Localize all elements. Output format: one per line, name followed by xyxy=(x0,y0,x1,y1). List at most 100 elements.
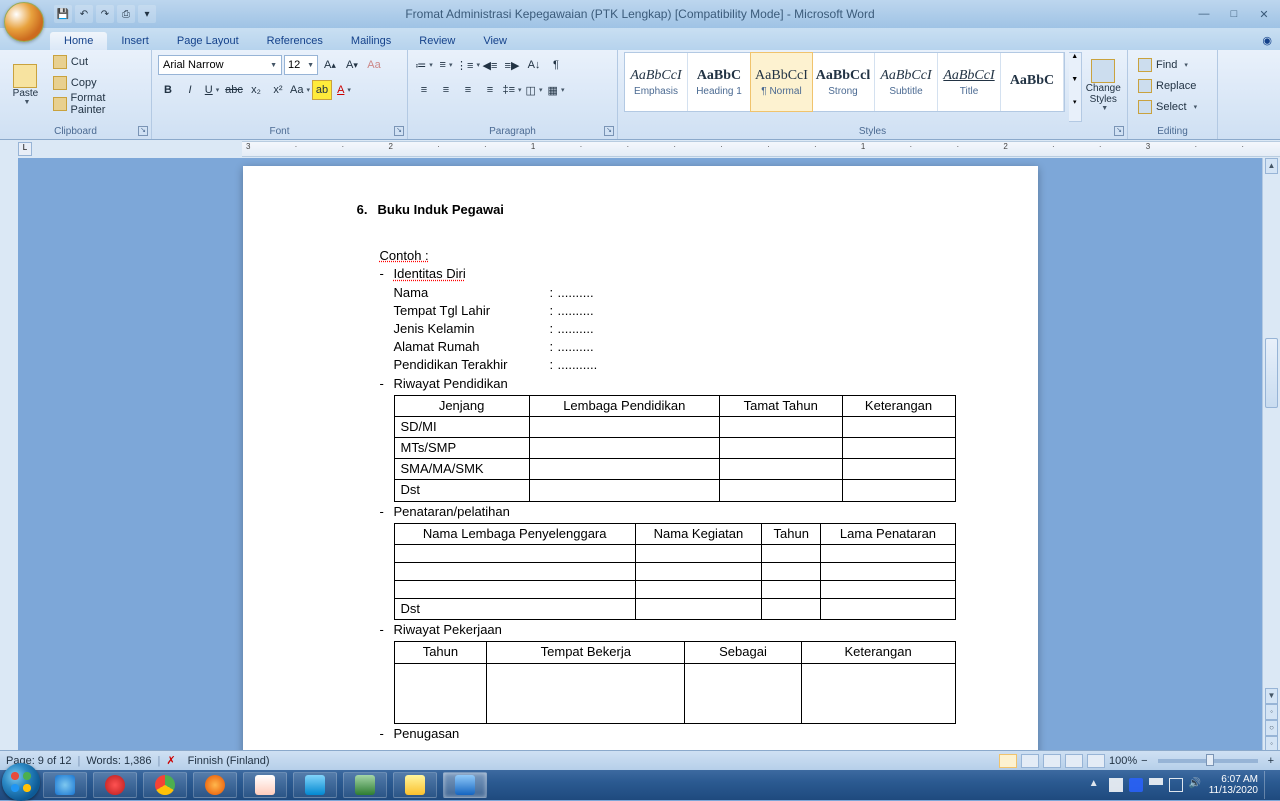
zoom-slider[interactable] xyxy=(1158,759,1258,763)
replace-button[interactable]: Replace xyxy=(1134,76,1211,96)
strike-button[interactable]: abc xyxy=(224,80,244,100)
tab-mailings[interactable]: Mailings xyxy=(337,32,405,50)
document-page[interactable]: 6.Buku Induk Pegawai Contoh : -Identitas… xyxy=(243,166,1038,752)
view-full-screen[interactable] xyxy=(1021,754,1039,768)
underline-button[interactable]: U▾ xyxy=(202,80,222,100)
gallery-down-icon[interactable]: ▼ xyxy=(1069,76,1081,99)
highlight-button[interactable]: ab xyxy=(312,80,332,100)
dec-indent-button[interactable]: ◀≡ xyxy=(480,55,500,75)
align-center-button[interactable]: ≡ xyxy=(436,80,456,100)
line-spacing-button[interactable]: ‡≡▾ xyxy=(502,80,522,100)
tab-view[interactable]: View xyxy=(469,32,521,50)
vertical-scrollbar[interactable]: ▲ ▼ ◦ ○ ◦ xyxy=(1262,158,1280,752)
shading-button[interactable]: ◫▾ xyxy=(524,80,544,100)
align-right-button[interactable]: ≡ xyxy=(458,80,478,100)
styles-dialog-icon[interactable]: ↘ xyxy=(1114,126,1124,136)
tab-review[interactable]: Review xyxy=(405,32,469,50)
restore-button[interactable]: □ xyxy=(1222,6,1246,22)
task-explorer[interactable] xyxy=(293,772,337,798)
scroll-down-icon[interactable]: ▼ xyxy=(1265,688,1278,704)
task-folder[interactable] xyxy=(393,772,437,798)
borders-button[interactable]: ▦▾ xyxy=(546,80,566,100)
gallery-up-icon[interactable]: ▲ xyxy=(1069,53,1081,76)
save-icon[interactable]: 💾 xyxy=(54,5,72,23)
gallery-more-icon[interactable]: ▾ xyxy=(1069,98,1081,121)
font-color-button[interactable]: A▾ xyxy=(334,80,354,100)
task-chrome[interactable] xyxy=(143,772,187,798)
superscript-button[interactable]: x² xyxy=(268,80,288,100)
italic-button[interactable]: I xyxy=(180,80,200,100)
justify-button[interactable]: ≡ xyxy=(480,80,500,100)
inc-indent-button[interactable]: ≡▶ xyxy=(502,55,522,75)
task-word[interactable] xyxy=(443,772,487,798)
font-name-select[interactable]: Arial Narrow▼ xyxy=(158,55,282,75)
change-styles-button[interactable]: Change Styles ▼ xyxy=(1086,52,1121,118)
help-icon[interactable]: ◉ xyxy=(1254,31,1280,50)
browse-object-icon[interactable]: ○ xyxy=(1265,720,1278,736)
numbering-button[interactable]: ≡▾ xyxy=(436,55,456,75)
prev-page-icon[interactable]: ◦ xyxy=(1265,704,1278,720)
view-web-layout[interactable] xyxy=(1043,754,1061,768)
style-item[interactable]: AaBbCclStrong xyxy=(812,53,875,111)
scroll-up-icon[interactable]: ▲ xyxy=(1265,158,1278,174)
subscript-button[interactable]: x₂ xyxy=(246,80,266,100)
task-paint[interactable] xyxy=(243,772,287,798)
qat-more-icon[interactable]: ▾ xyxy=(138,5,156,23)
format-painter-button[interactable]: Format Painter xyxy=(49,94,145,114)
view-print-layout[interactable] xyxy=(999,754,1017,768)
task-ie[interactable] xyxy=(43,772,87,798)
horizontal-ruler[interactable]: 3 · · 2 · · 1 · · · · · · 1 · · 2 · · 3 … xyxy=(242,141,1280,157)
ruler-corner[interactable]: L xyxy=(18,142,32,156)
show-marks-button[interactable]: ¶ xyxy=(546,55,566,75)
task-opera[interactable] xyxy=(93,772,137,798)
minimize-button[interactable]: — xyxy=(1192,6,1216,22)
style-item[interactable]: AaBbCcIEmphasis xyxy=(625,53,688,111)
tray-battery-icon[interactable] xyxy=(1169,778,1183,792)
close-button[interactable]: ✕ xyxy=(1252,6,1276,22)
style-gallery[interactable]: AaBbCcIEmphasisAaBbCHeading 1AaBbCcI¶ No… xyxy=(624,52,1065,112)
tray-volume-icon[interactable]: 🔊 xyxy=(1189,778,1203,792)
view-draft[interactable] xyxy=(1087,754,1105,768)
tray-bluetooth-icon[interactable] xyxy=(1129,778,1143,792)
print-icon[interactable]: ⎙ xyxy=(117,5,135,23)
task-media-player[interactable] xyxy=(193,772,237,798)
style-item[interactable]: AaBbCcISubtitle xyxy=(875,53,938,111)
task-excel[interactable] xyxy=(343,772,387,798)
zoom-out-button[interactable]: − xyxy=(1141,755,1147,767)
tray-clock[interactable]: 6:07 AM 11/13/2020 xyxy=(1209,774,1258,796)
clear-format-button[interactable]: Aa xyxy=(364,55,384,75)
tab-references[interactable]: References xyxy=(253,32,337,50)
clipboard-dialog-icon[interactable]: ↘ xyxy=(138,126,148,136)
multilevel-button[interactable]: ⋮≡▾ xyxy=(458,55,478,75)
scroll-thumb[interactable] xyxy=(1265,338,1278,408)
view-outline[interactable] xyxy=(1065,754,1083,768)
start-button[interactable] xyxy=(2,763,40,801)
bullets-button[interactable]: ≔▾ xyxy=(414,55,434,75)
zoom-level[interactable]: 100% xyxy=(1109,755,1137,767)
sort-button[interactable]: A↓ xyxy=(524,55,544,75)
find-button[interactable]: Find▾ xyxy=(1134,55,1211,75)
tab-home[interactable]: Home xyxy=(50,32,107,50)
vertical-ruler[interactable] xyxy=(0,158,18,752)
tray-flag-icon[interactable] xyxy=(1109,778,1123,792)
status-words[interactable]: Words: 1,386 xyxy=(86,755,151,767)
shrink-font-button[interactable]: A▾ xyxy=(342,55,362,75)
font-dialog-icon[interactable]: ↘ xyxy=(394,126,404,136)
status-language[interactable]: Finnish (Finland) xyxy=(188,755,270,767)
show-desktop-button[interactable] xyxy=(1264,771,1272,799)
grow-font-button[interactable]: A▴ xyxy=(320,55,340,75)
bold-button[interactable]: B xyxy=(158,80,178,100)
tray-show-hidden-icon[interactable]: ▲ xyxy=(1089,778,1103,792)
style-item[interactable]: AaBbCcI¶ Normal xyxy=(750,52,813,112)
office-button[interactable] xyxy=(4,2,44,42)
font-size-select[interactable]: 12▼ xyxy=(284,55,318,75)
style-item[interactable]: AaBbCHeading 1 xyxy=(688,53,751,111)
proofing-icon[interactable]: ✗ xyxy=(166,754,175,767)
paragraph-dialog-icon[interactable]: ↘ xyxy=(604,126,614,136)
tab-page-layout[interactable]: Page Layout xyxy=(163,32,253,50)
style-item[interactable]: AaBbC xyxy=(1001,53,1064,111)
style-item[interactable]: AaBbCcITitle xyxy=(938,53,1001,111)
align-left-button[interactable]: ≡ xyxy=(414,80,434,100)
tab-insert[interactable]: Insert xyxy=(107,32,163,50)
change-case-button[interactable]: Aa▾ xyxy=(290,80,310,100)
